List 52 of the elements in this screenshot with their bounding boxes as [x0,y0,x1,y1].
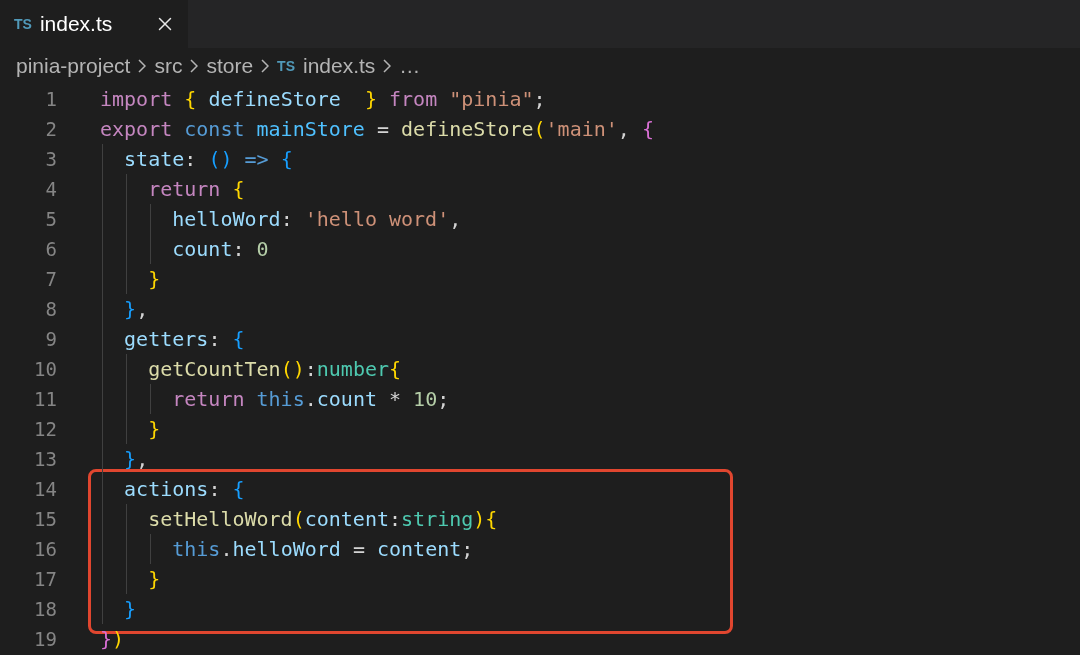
line-number: 14 [33,478,57,500]
line-number: 5 [44,208,57,230]
code-line: getters: { [123,327,245,351]
chevron-right-icon [261,59,270,73]
line-number: 1 [44,88,57,110]
code-line: getCountTen():number{ [147,357,402,381]
line-number: 6 [44,238,57,260]
breadcrumb-item[interactable]: TS index.ts [277,54,376,78]
code-line: }, [123,297,149,321]
breadcrumb-item[interactable]: src [154,54,183,78]
line-number: 19 [33,628,57,650]
line-number: 4 [44,178,57,200]
line-number: 10 [33,358,57,380]
tab-label: index.ts [39,12,114,36]
line-number: 11 [33,388,57,410]
code-line: actions: { [123,477,245,501]
code-line: count: 0 [171,237,269,261]
breadcrumb-item[interactable]: store [206,54,254,78]
line-number: 17 [33,568,57,590]
line-number: 15 [33,508,57,530]
code-line: } [147,567,161,591]
breadcrumb-item[interactable]: pinia-project [16,54,131,78]
code-line: setHelloWord(content:string){ [147,507,498,531]
line-number: 8 [44,298,57,320]
code-line: return { [147,177,245,201]
code-line: state: () => { [123,147,293,171]
breadcrumb-label: index.ts [303,54,376,78]
code-line: } [147,267,161,291]
code-line: }, [123,447,149,471]
typescript-file-icon: TS [14,16,32,32]
line-number: 2 [44,118,57,140]
chevron-right-icon [383,59,392,73]
line-number: 18 [33,598,57,620]
line-number: 16 [33,538,57,560]
code-line: import { defineStore } from "pinia"; [100,87,546,111]
code-line: return this.count * 10; [171,387,450,411]
code-line: } [123,597,137,621]
code-line: }) [100,627,125,651]
editor-tab[interactable]: TS index.ts [0,0,188,48]
breadcrumb-item[interactable]: … [399,54,421,78]
chevron-right-icon [190,59,199,73]
line-number: 3 [44,148,57,170]
typescript-file-icon: TS [277,58,295,74]
code-line: export const mainStore = defineStore('main', { [100,117,654,141]
chevron-right-icon [138,59,147,73]
code-line: } [147,417,161,441]
code-line: this.helloWord = content; [171,537,474,561]
line-number: 7 [44,268,57,290]
line-number: 9 [44,328,57,350]
line-number: 13 [33,448,57,470]
code-line: helloWord: 'hello word', [171,207,462,231]
line-number: 12 [33,418,57,440]
